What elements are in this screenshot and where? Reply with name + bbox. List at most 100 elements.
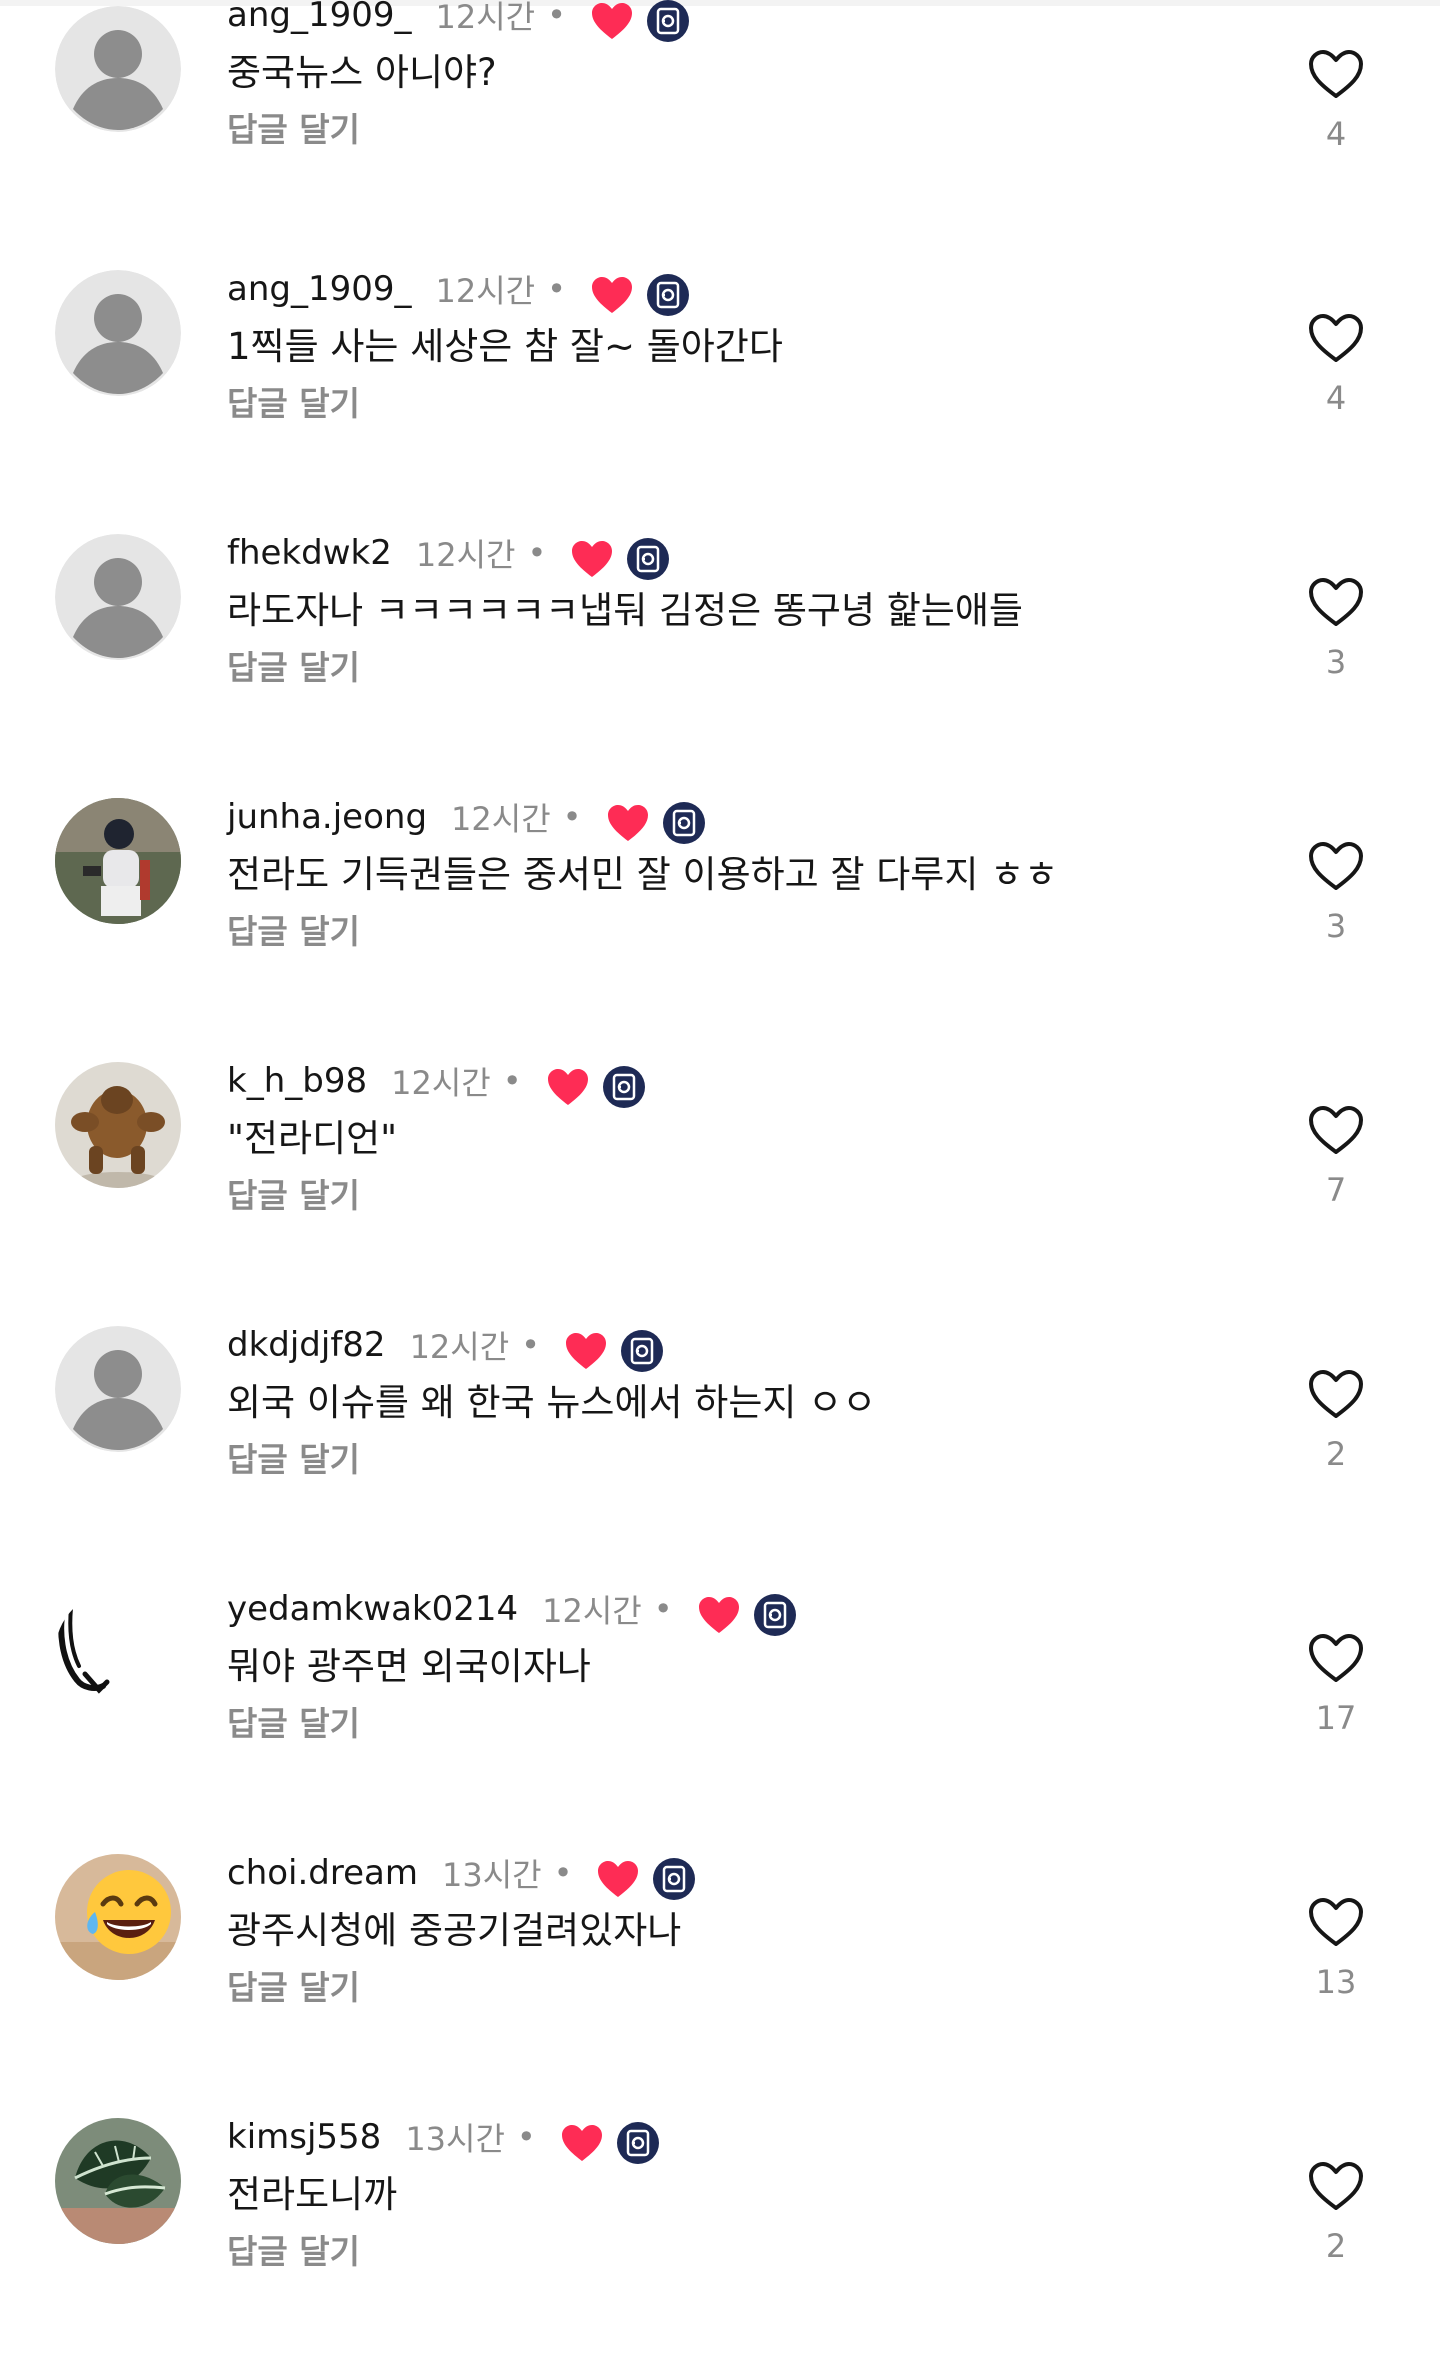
reply-button[interactable]: 답글 달기: [227, 2230, 1260, 2274]
comment-item: ang_1909_ 12시간 • 중국뉴스 아니야? 답글 달기 4: [0, 0, 1440, 264]
username[interactable]: k_h_b98: [227, 1061, 367, 1101]
username[interactable]: choi.dream: [227, 1853, 418, 1893]
creator-avatar-badge-icon: [646, 0, 690, 43]
user-avatar[interactable]: [55, 2118, 181, 2244]
comment-time: 12시간: [409, 1328, 510, 1366]
username[interactable]: ang_1909_: [227, 0, 412, 35]
comment-item: choi.dream 13시간 • 광주시청에 중공기걸려있자나 답글 달기 1…: [0, 1848, 1440, 2112]
reply-button[interactable]: 답글 달기: [227, 382, 1260, 426]
creator-liked-heart-icon: [546, 1066, 590, 1108]
like-count: 2: [1325, 2227, 1347, 2265]
like-count: 2: [1325, 1435, 1347, 1473]
comment-item: ang_1909_ 12시간 • 1찍들 사는 세상은 참 잘~ 돌아간다 답글…: [0, 264, 1440, 528]
reply-button[interactable]: 답글 달기: [227, 1438, 1260, 1482]
comment-text: 광주시청에 중공기걸려있자나: [227, 1909, 682, 1952]
comment-body: k_h_b98 12시간 • "전라디언" 답글 달기: [227, 1056, 1260, 1218]
like-count: 4: [1325, 115, 1347, 153]
reply-button[interactable]: 답글 달기: [227, 108, 1260, 152]
username[interactable]: kimsj558: [227, 2117, 381, 2157]
comment-text: 뭐야 광주면 외국이자나: [227, 1645, 591, 1688]
user-avatar[interactable]: [55, 798, 181, 924]
comment-meta: choi.dream 13시간 •: [227, 1848, 1260, 1900]
comment-item: yedamkwak0214 12시간 • 뭐야 광주면 외국이자나 답글 달기 …: [0, 1584, 1440, 1848]
user-avatar[interactable]: [55, 6, 181, 132]
comment-text: "전라디언": [227, 1117, 398, 1160]
separator-dot: •: [521, 1326, 541, 1364]
comment-time: 13시간: [441, 1856, 542, 1894]
comment-item: dkdjdjf82 12시간 • 외국 이슈를 왜 한국 뉴스에서 하는지 ㅇㅇ…: [0, 1320, 1440, 1584]
like-group: 13: [1296, 1896, 1376, 2002]
comment-item: kimsj558 13시간 • 전라도니까 답글 달기 2: [0, 2112, 1440, 2376]
comment-text: 외국 이슈를 왜 한국 뉴스에서 하는지 ㅇㅇ: [227, 1381, 877, 1424]
reply-button[interactable]: 답글 달기: [227, 1966, 1260, 2010]
username[interactable]: ang_1909_: [227, 269, 412, 309]
heart-outline-icon[interactable]: [1307, 1104, 1365, 1156]
comment-meta: junha.jeong 12시간 •: [227, 792, 1260, 845]
comment-body: choi.dream 13시간 • 광주시청에 중공기걸려있자나 답글 달기: [227, 1848, 1260, 2010]
comment-meta: ang_1909_ 12시간 •: [227, 264, 1260, 317]
user-avatar[interactable]: [55, 1590, 181, 1716]
heart-outline-icon[interactable]: [1307, 1896, 1365, 1948]
separator-dot: •: [553, 1854, 573, 1892]
creator-avatar-badge-icon: [620, 1329, 664, 1373]
comment-time: 12시간: [542, 1592, 642, 1630]
like-group: 3: [1296, 576, 1376, 682]
user-avatar[interactable]: [55, 270, 181, 396]
reply-button[interactable]: 답글 달기: [227, 646, 1260, 690]
heart-outline-icon[interactable]: [1307, 1368, 1365, 1420]
creator-avatar-badge-icon: [616, 2121, 660, 2165]
comment-item: junha.jeong 12시간 • 전라도 기득권들은 중서민 잘 이용하고 …: [0, 792, 1440, 1056]
comment-body: kimsj558 13시간 • 전라도니까 답글 달기: [227, 2112, 1260, 2274]
like-count: 13: [1315, 1963, 1357, 2001]
user-avatar[interactable]: [55, 534, 181, 660]
creator-liked-heart-icon: [560, 2122, 604, 2164]
creator-avatar-badge-icon: [662, 801, 706, 845]
comment-item: k_h_b98 12시간 • "전라디언" 답글 달기 7: [0, 1056, 1440, 1320]
creator-liked-heart-icon: [697, 1594, 741, 1636]
reply-button[interactable]: 답글 달기: [227, 910, 1260, 954]
comment-time: 12시간: [435, 272, 536, 310]
comment-text: 중국뉴스 아니야?: [227, 51, 497, 94]
reply-button[interactable]: 답글 달기: [227, 1174, 1260, 1218]
user-avatar[interactable]: [55, 1854, 181, 1980]
like-count: 3: [1325, 907, 1347, 945]
like-group: 7: [1296, 1104, 1376, 1210]
username[interactable]: fhekdwk2: [227, 533, 392, 573]
creator-liked-heart-icon: [596, 1858, 640, 1900]
comment-body: ang_1909_ 12시간 • 중국뉴스 아니야? 답글 달기: [227, 0, 1260, 152]
reply-button[interactable]: 답글 달기: [227, 1702, 1260, 1746]
comment-time: 12시간: [415, 536, 516, 574]
creator-liked-heart-icon: [606, 802, 650, 844]
separator-dot: •: [562, 798, 582, 836]
username[interactable]: yedamkwak0214: [227, 1589, 518, 1629]
like-count: 4: [1325, 379, 1347, 417]
heart-outline-icon[interactable]: [1307, 1632, 1365, 1684]
comment-time: 12시간: [435, 0, 536, 36]
separator-dot: •: [502, 1062, 522, 1100]
like-group: 3: [1296, 840, 1376, 946]
like-group: 17: [1296, 1632, 1376, 1738]
user-avatar[interactable]: [55, 1326, 181, 1452]
heart-outline-icon[interactable]: [1307, 48, 1365, 100]
like-count: 7: [1325, 1171, 1347, 1209]
like-group: 2: [1296, 2160, 1376, 2266]
username[interactable]: junha.jeong: [227, 797, 427, 837]
creator-liked-heart-icon: [590, 274, 634, 316]
comment-body: dkdjdjf82 12시간 • 외국 이슈를 왜 한국 뉴스에서 하는지 ㅇㅇ…: [227, 1320, 1260, 1482]
like-count: 17: [1315, 1699, 1357, 1737]
creator-avatar-badge-icon: [626, 537, 670, 581]
like-count: 3: [1325, 643, 1347, 681]
heart-outline-icon[interactable]: [1307, 576, 1365, 628]
comment-text: 1찍들 사는 세상은 참 잘~ 돌아간다: [227, 325, 783, 368]
comment-time: 13시간: [405, 2120, 505, 2158]
creator-avatar-badge-icon: [646, 273, 690, 317]
comment-body: yedamkwak0214 12시간 • 뭐야 광주면 외국이자나 답글 달기: [227, 1584, 1260, 1746]
separator-dot: •: [547, 0, 566, 34]
username[interactable]: dkdjdjf82: [227, 1325, 386, 1365]
heart-outline-icon[interactable]: [1307, 2160, 1365, 2212]
like-group: 4: [1296, 48, 1376, 154]
user-avatar[interactable]: [55, 1062, 181, 1188]
comment-meta: k_h_b98 12시간 •: [227, 1056, 1260, 1108]
heart-outline-icon[interactable]: [1307, 840, 1365, 892]
heart-outline-icon[interactable]: [1307, 312, 1365, 364]
